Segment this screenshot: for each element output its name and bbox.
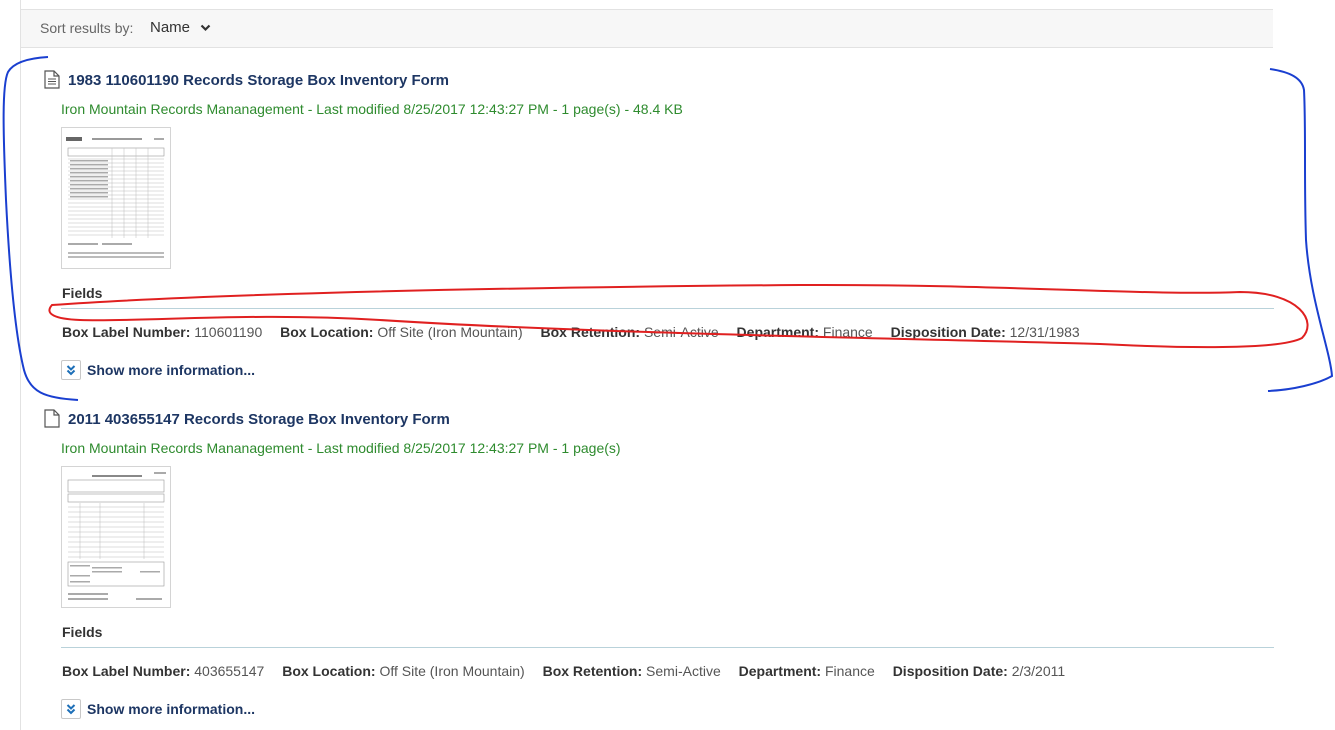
result-meta: Iron Mountain Records Mananagement - Las… <box>61 101 683 117</box>
field-box-label-number: Box Label Number: 110601190 <box>62 324 263 340</box>
field-department: Department: Finance <box>738 663 875 679</box>
double-chevron-down-icon <box>66 704 76 715</box>
result-meta: Iron Mountain Records Mananagement - Las… <box>61 440 621 456</box>
sort-bar: Sort results by: Name <box>21 9 1273 48</box>
thumbnail-page-image <box>66 137 165 258</box>
chevron-down-icon <box>200 24 211 32</box>
fields-heading: Fields <box>62 285 103 301</box>
fields-heading: Fields <box>62 624 103 640</box>
document-thumbnail[interactable] <box>61 466 171 608</box>
thumbnail-page-image <box>67 472 166 600</box>
page-left-border <box>20 0 21 730</box>
blank-document-icon <box>44 409 60 428</box>
field-box-retention: Box Retention: Semi-Active <box>542 663 721 679</box>
sort-value: Name <box>150 19 191 36</box>
result-title-link[interactable]: 1983 110601190 Records Storage Box Inven… <box>68 72 449 89</box>
field-box-location: Box Location: Off Site (Iron Mountain) <box>280 324 523 340</box>
field-disposition-date: Disposition Date: 2/3/2011 <box>892 663 1066 679</box>
show-more-label[interactable]: Show more information... <box>87 362 255 378</box>
field-department: Department: Finance <box>736 324 873 340</box>
document-icon <box>44 70 60 89</box>
fields-divider <box>61 647 1274 648</box>
show-more-button[interactable]: Show more information... <box>61 358 255 382</box>
expand-toggle[interactable] <box>61 699 81 719</box>
document-thumbnail[interactable] <box>61 127 171 269</box>
fields-divider <box>61 308 1274 309</box>
double-chevron-down-icon <box>66 365 76 376</box>
result-title-link[interactable]: 2011 403655147 Records Storage Box Inven… <box>68 411 450 428</box>
field-box-retention: Box Retention: Semi-Active <box>540 324 719 340</box>
sort-label: Sort results by: <box>40 20 134 36</box>
show-more-button[interactable]: Show more information... <box>61 697 255 721</box>
fields-row: Box Label Number: 403655147 Box Location… <box>62 663 1079 679</box>
field-box-location: Box Location: Off Site (Iron Mountain) <box>282 663 525 679</box>
fields-row: Box Label Number: 110601190 Box Location… <box>62 324 1094 340</box>
field-disposition-date: Disposition Date: 12/31/1983 <box>890 324 1080 340</box>
show-more-label[interactable]: Show more information... <box>87 701 255 717</box>
expand-toggle[interactable] <box>61 360 81 380</box>
field-box-label-number: Box Label Number: 403655147 <box>62 663 265 679</box>
blue-right-bracket <box>1267 68 1334 392</box>
sort-dropdown[interactable]: Name <box>150 19 211 36</box>
